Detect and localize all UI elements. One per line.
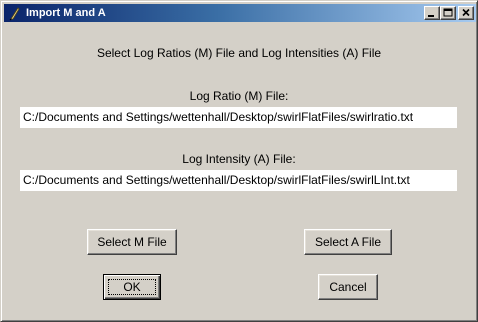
a-file-path-field[interactable]: C:/Documents and Settings/wettenhall/Des… — [20, 170, 457, 191]
m-file-label: Log Ratio (M) File: — [189, 89, 289, 103]
focus-rectangle — [108, 279, 156, 295]
close-icon — [462, 8, 470, 17]
select-m-file-label: Select M File — [97, 235, 167, 249]
a-file-label: Log Intensity (A) File: — [182, 152, 296, 166]
ok-button[interactable]: OK — [103, 274, 161, 300]
cancel-button[interactable]: Cancel — [318, 274, 378, 300]
select-m-file-button[interactable]: Select M File — [87, 229, 177, 255]
import-dialog-window: Import M and A Select Log Ratios (M) Fil… — [0, 0, 478, 322]
close-button[interactable] — [458, 6, 474, 20]
cancel-label: Cancel — [329, 280, 367, 294]
maximize-button[interactable] — [440, 6, 456, 20]
minimize-icon — [428, 15, 434, 17]
title-bar[interactable]: Import M and A — [4, 4, 476, 22]
maximize-icon — [443, 8, 453, 17]
minimize-button[interactable] — [424, 6, 440, 20]
feather-icon — [7, 5, 23, 21]
m-file-path-field[interactable]: C:/Documents and Settings/wettenhall/Des… — [20, 107, 457, 128]
dialog-heading: Select Log Ratios (M) File and Log Inten… — [96, 46, 382, 60]
select-a-file-label: Select A File — [314, 235, 382, 249]
window-title: Import M and A — [26, 7, 106, 19]
select-a-file-button[interactable]: Select A File — [304, 229, 392, 255]
